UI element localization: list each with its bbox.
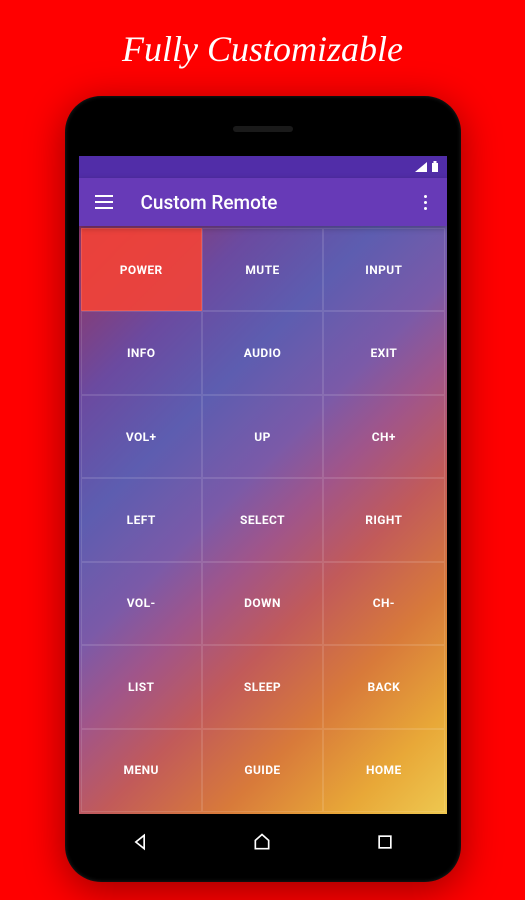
remote-button-exit[interactable]: EXIT bbox=[323, 311, 444, 394]
remote-button-sleep[interactable]: SLEEP bbox=[202, 645, 323, 728]
remote-button-label: MUTE bbox=[245, 263, 279, 277]
remote-button-label: MENU bbox=[124, 763, 159, 777]
remote-button-menu[interactable]: MENU bbox=[81, 729, 202, 812]
remote-button-left[interactable]: LEFT bbox=[81, 478, 202, 561]
remote-button-label: UP bbox=[254, 430, 270, 444]
remote-button-mute[interactable]: MUTE bbox=[202, 228, 323, 311]
remote-button-label: LEFT bbox=[127, 513, 156, 527]
remote-button-ch-up[interactable]: CH+ bbox=[323, 395, 444, 478]
remote-button-label: RIGHT bbox=[365, 513, 402, 527]
phone-speaker bbox=[233, 126, 293, 132]
remote-button-guide[interactable]: GUIDE bbox=[202, 729, 323, 812]
app-title: Custom Remote bbox=[141, 191, 416, 214]
phone-screen: Custom Remote POWER MUTE INPUT INFO AUDIO EXI… bbox=[79, 156, 447, 814]
remote-button-list[interactable]: LIST bbox=[81, 645, 202, 728]
menu-icon[interactable] bbox=[91, 191, 117, 213]
remote-button-label: EXIT bbox=[370, 346, 397, 360]
android-nav-bar bbox=[79, 820, 447, 864]
promo-headline: Fully Customizable bbox=[0, 0, 525, 70]
remote-button-power[interactable]: POWER bbox=[81, 228, 202, 311]
remote-button-input[interactable]: INPUT bbox=[323, 228, 444, 311]
phone-frame: Custom Remote POWER MUTE INPUT INFO AUDIO EXI… bbox=[65, 96, 461, 882]
remote-button-label: CH+ bbox=[372, 430, 396, 444]
remote-button-grid: POWER MUTE INPUT INFO AUDIO EXIT VOL+ UP CH+ LEFT… bbox=[79, 226, 447, 814]
remote-button-up[interactable]: UP bbox=[202, 395, 323, 478]
remote-button-label: AUDIO bbox=[244, 346, 281, 360]
signal-icon bbox=[415, 162, 427, 172]
remote-button-label: GUIDE bbox=[244, 763, 280, 777]
remote-button-vol-down[interactable]: VOL- bbox=[81, 562, 202, 645]
battery-icon bbox=[431, 161, 439, 173]
remote-button-right[interactable]: RIGHT bbox=[323, 478, 444, 561]
nav-recent-button[interactable] bbox=[357, 822, 413, 862]
nav-home-icon bbox=[252, 832, 272, 852]
remote-button-label: LIST bbox=[128, 680, 154, 694]
overflow-menu-icon[interactable] bbox=[416, 191, 435, 214]
status-bar bbox=[79, 156, 447, 178]
remote-button-label: POWER bbox=[120, 263, 163, 277]
remote-button-label: BACK bbox=[367, 680, 400, 694]
remote-button-select[interactable]: SELECT bbox=[202, 478, 323, 561]
remote-button-ch-down[interactable]: CH- bbox=[323, 562, 444, 645]
remote-button-label: DOWN bbox=[244, 596, 281, 610]
remote-button-label: SELECT bbox=[240, 513, 285, 527]
app-bar: Custom Remote bbox=[79, 178, 447, 226]
remote-button-home[interactable]: HOME bbox=[323, 729, 444, 812]
remote-button-label: INFO bbox=[127, 346, 155, 360]
remote-button-label: HOME bbox=[366, 763, 402, 777]
remote-button-vol-up[interactable]: VOL+ bbox=[81, 395, 202, 478]
remote-button-label: VOL+ bbox=[126, 430, 157, 444]
remote-button-label: INPUT bbox=[365, 263, 402, 277]
remote-button-label: SLEEP bbox=[244, 680, 281, 694]
remote-button-audio[interactable]: AUDIO bbox=[202, 311, 323, 394]
remote-button-info[interactable]: INFO bbox=[81, 311, 202, 394]
nav-back-icon bbox=[130, 832, 150, 852]
remote-button-back[interactable]: BACK bbox=[323, 645, 444, 728]
remote-button-label: CH- bbox=[373, 596, 395, 610]
remote-button-down[interactable]: DOWN bbox=[202, 562, 323, 645]
nav-home-button[interactable] bbox=[234, 822, 290, 862]
nav-recent-icon bbox=[375, 832, 395, 852]
nav-back-button[interactable] bbox=[112, 822, 168, 862]
remote-button-label: VOL- bbox=[127, 596, 156, 610]
